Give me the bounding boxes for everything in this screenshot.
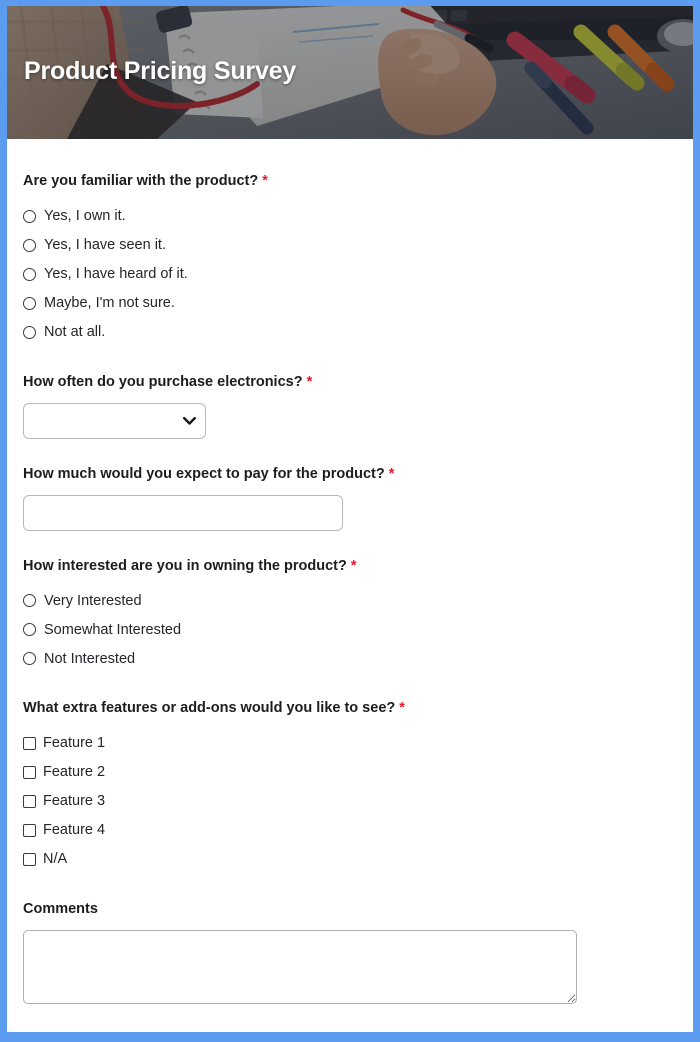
required-marker: * <box>399 700 405 717</box>
radio-option-very-interested[interactable]: Very Interested <box>23 586 677 615</box>
radio-option-yes-own[interactable]: Yes, I own it. <box>23 202 677 231</box>
question-comments: Comments <box>23 900 677 1005</box>
radio-option-not-at-all[interactable]: Not at all. <box>23 318 677 347</box>
radio-circle-icon[interactable] <box>23 296 36 310</box>
radio-option-yes-heard[interactable]: Yes, I have heard of it. <box>23 260 677 289</box>
radio-option-label: Yes, I own it. <box>44 208 126 225</box>
radio-option-somewhat-interested[interactable]: Somewhat Interested <box>23 615 677 644</box>
checkbox-option-feature-2[interactable]: Feature 2 <box>23 758 677 787</box>
question-extra-features: What extra features or add-ons would you… <box>23 699 677 874</box>
checkbox-option-feature-4[interactable]: Feature 4 <box>23 816 677 845</box>
radio-option-label: Yes, I have heard of it. <box>44 266 188 283</box>
radio-option-label: Very Interested <box>44 592 142 609</box>
radio-option-label: Not Interested <box>44 650 136 667</box>
radio-circle-icon[interactable] <box>23 238 36 252</box>
question-label-interest-level: How interested are you in owning the pro… <box>23 557 677 576</box>
comments-textarea[interactable] <box>23 930 577 1005</box>
checkbox-square-icon[interactable] <box>23 824 36 838</box>
question-text: How much would you expect to pay for the… <box>23 465 385 482</box>
checkbox-square-icon[interactable] <box>23 795 36 809</box>
question-text: Comments <box>23 901 98 918</box>
required-marker: * <box>306 373 313 390</box>
required-marker: * <box>350 557 357 574</box>
question-label-familiarity: Are you familiar with the product? * <box>23 172 677 191</box>
question-familiarity: Are you familiar with the product? * Yes… <box>23 172 677 347</box>
checkbox-option-na[interactable]: N/A <box>23 845 677 874</box>
question-label-purchase-frequency: How often do you purchase electronics? * <box>23 373 677 392</box>
question-interest-level: How interested are you in owning the pro… <box>23 557 677 674</box>
required-marker: * <box>388 465 395 482</box>
radio-circle-icon[interactable] <box>23 652 36 666</box>
checkbox-option-label: Feature 4 <box>43 822 106 839</box>
radio-option-label: Not at all. <box>44 324 106 341</box>
question-text: Are you familiar with the product? <box>23 173 259 189</box>
survey-form: Are you familiar with the product? * Yes… <box>7 139 693 1005</box>
checkbox-option-label: Feature 3 <box>43 793 106 810</box>
checkbox-square-icon[interactable] <box>23 853 36 867</box>
question-text: What extra features or add-ons would you… <box>23 700 396 717</box>
question-text: How often do you purchase electronics? <box>23 373 303 390</box>
checkbox-square-icon[interactable] <box>23 766 36 780</box>
survey-frame: Product Pricing Survey Are you familiar … <box>0 0 700 1042</box>
expected-price-input[interactable] <box>23 494 343 531</box>
radio-circle-icon[interactable] <box>23 209 36 223</box>
radio-circle-icon[interactable] <box>23 594 36 608</box>
checkbox-option-feature-1[interactable]: Feature 1 <box>23 729 677 758</box>
question-label-expected-price: How much would you expect to pay for the… <box>23 465 677 484</box>
radio-option-yes-seen[interactable]: Yes, I have seen it. <box>23 231 677 260</box>
radio-option-label: Somewhat Interested <box>44 621 182 638</box>
question-label-extra-features: What extra features or add-ons would you… <box>23 699 677 718</box>
radio-circle-icon[interactable] <box>23 325 36 339</box>
question-label-comments: Comments <box>23 900 677 919</box>
purchase-frequency-select-wrapper <box>23 402 206 439</box>
question-text: How interested are you in owning the pro… <box>23 557 347 574</box>
radio-circle-icon[interactable] <box>23 267 36 281</box>
radio-option-label: Maybe, I'm not sure. <box>44 295 175 312</box>
checkbox-option-label: N/A <box>43 851 68 868</box>
page-title: Product Pricing Survey <box>24 57 297 85</box>
checkbox-square-icon[interactable] <box>23 737 36 751</box>
header-banner: Product Pricing Survey <box>7 6 693 139</box>
radio-circle-icon[interactable] <box>23 623 36 637</box>
question-expected-price: How much would you expect to pay for the… <box>23 465 677 531</box>
purchase-frequency-select[interactable] <box>23 402 206 439</box>
required-marker: * <box>262 173 268 189</box>
checkbox-option-label: Feature 2 <box>43 764 106 781</box>
checkbox-option-feature-3[interactable]: Feature 3 <box>23 787 677 816</box>
question-purchase-frequency: How often do you purchase electronics? * <box>23 373 677 439</box>
radio-option-label: Yes, I have seen it. <box>44 237 166 254</box>
radio-option-not-interested[interactable]: Not Interested <box>23 644 677 673</box>
survey-card: Product Pricing Survey Are you familiar … <box>7 6 693 1032</box>
radio-option-maybe[interactable]: Maybe, I'm not sure. <box>23 289 677 318</box>
checkbox-option-label: Feature 1 <box>43 735 106 752</box>
